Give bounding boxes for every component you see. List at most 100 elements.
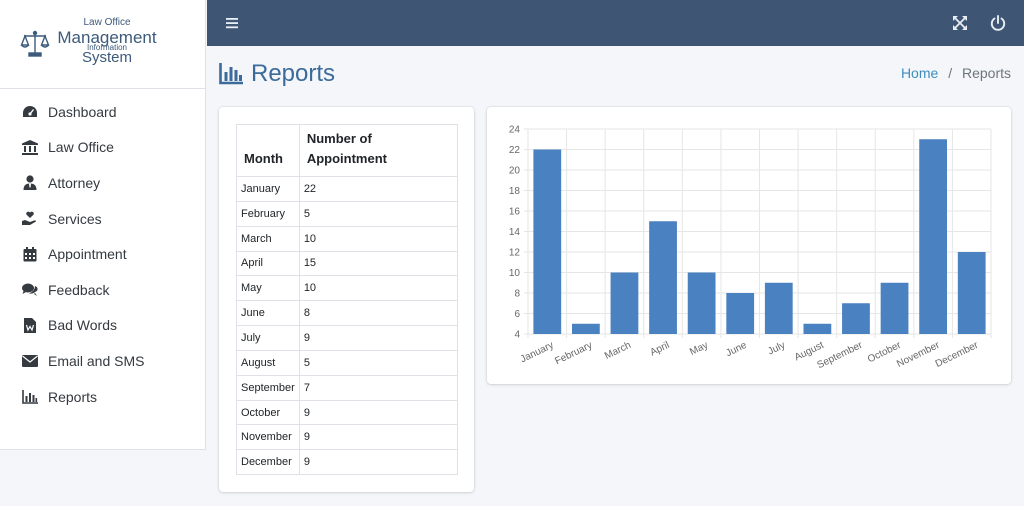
sidebar-item-label: Law Office (48, 139, 114, 156)
table-row: August 5 (236, 349, 459, 376)
y-tick-label: 20 (509, 166, 521, 177)
table-row: February 5 (236, 200, 459, 227)
x-tick-label: July (766, 340, 787, 358)
file-word-icon (22, 317, 38, 333)
cell-month: March (236, 225, 300, 252)
bar (610, 272, 639, 334)
scales-of-justice-icon (20, 30, 50, 57)
y-tick-label: 12 (509, 248, 521, 259)
bar (957, 252, 986, 334)
bar (764, 282, 793, 334)
table-row: May 10 (236, 275, 459, 302)
bar (919, 139, 948, 334)
cell-appointment-count: 5 (298, 200, 459, 227)
appointments-table: Month Number of Appointment January 22 Feb… (236, 124, 459, 476)
cell-appointment-count: 9 (298, 399, 459, 426)
bar (687, 272, 716, 334)
x-tick-label: November (895, 340, 942, 370)
table-row: September 7 (236, 374, 459, 401)
sidebar-nav: Dashboard Law Office Attorney Services A… (0, 94, 206, 414)
cell-month: September (236, 374, 300, 401)
user-tie-icon (22, 175, 38, 191)
cell-appointment-count: 9 (298, 449, 459, 476)
sidebar-item-feedback[interactable]: Feedback (0, 272, 206, 308)
bar (726, 293, 755, 334)
x-tick-label: January (519, 340, 556, 365)
hand-holding-heart-icon (22, 211, 38, 227)
cell-month: June (236, 300, 300, 327)
cell-appointment-count: 8 (298, 300, 459, 327)
fullscreen-expand-icon[interactable] (952, 15, 968, 31)
y-tick-label: 10 (509, 268, 521, 279)
column-header-appointments: Number of Appointment (298, 124, 459, 177)
sidebar-item-label: Reports (48, 388, 98, 405)
cell-appointment-count: 7 (298, 374, 459, 401)
y-tick-label: 16 (509, 207, 521, 218)
table-row: December 9 (236, 449, 459, 476)
sidebar-item-services[interactable]: Services (0, 201, 206, 237)
breadcrumb-home-link[interactable]: Home (901, 65, 938, 81)
appointments-table-card: Month Number of Appointment January 22 Feb… (219, 107, 474, 492)
x-tick-label: April (649, 340, 672, 359)
x-tick-label: February (553, 340, 594, 367)
y-tick-label: 4 (514, 330, 520, 341)
brand[interactable]: Law Office Management Information System (0, 0, 205, 89)
sidebar-item-label: Bad Words (48, 317, 117, 334)
table-row: November 9 (236, 424, 459, 451)
cell-month: July (236, 325, 300, 351)
calendar-icon (22, 246, 38, 262)
sidebar-item-label: Appointment (48, 246, 127, 263)
sidebar-item-bad-words[interactable]: Bad Words (0, 308, 206, 344)
table-row: June 8 (236, 300, 459, 327)
appointments-bar-chart: 4 6 8 10 12 14 16 18 20 22 24 JanuaryFebruary March A… (509, 125, 992, 371)
cell-month: February (236, 200, 300, 227)
bar (880, 282, 909, 334)
x-tick-label: March (603, 340, 633, 362)
sidebar-item-appointment[interactable]: Appointment (0, 236, 206, 272)
page-title: Reports (219, 60, 335, 88)
brand-title: Law Office Management Information System (52, 18, 162, 66)
bar (842, 303, 870, 334)
y-tick-label: 8 (514, 289, 520, 300)
cell-appointment-count: 5 (298, 349, 459, 376)
table-row: October 9 (236, 399, 459, 426)
sidebar-item-reports[interactable]: Reports (0, 379, 206, 415)
sidebar-item-label: Feedback (48, 281, 110, 298)
power-logout-icon[interactable] (989, 14, 1007, 32)
y-tick-label: 14 (509, 227, 521, 238)
cell-appointment-count: 15 (298, 250, 459, 277)
sidebar: Law Office Management Information System… (0, 0, 207, 506)
breadcrumb-separator: / (948, 65, 953, 81)
sidebar-item-label: Email and SMS (48, 352, 145, 369)
page-title-text: Reports (251, 60, 336, 87)
sidebar-item-law-office[interactable]: Law Office (0, 130, 206, 166)
tachometer-icon (22, 104, 38, 120)
table-row: July 9 (236, 325, 459, 351)
cell-month: May (236, 275, 300, 302)
table-header-row: Month Number of Appointment (236, 124, 459, 177)
landmark-icon (22, 139, 38, 155)
sidebar-item-email-sms[interactable]: Email and SMS (0, 343, 206, 379)
bar (571, 323, 600, 334)
sidebar-item-label: Attorney (48, 174, 101, 191)
cell-appointment-count: 9 (298, 325, 459, 351)
hamburger-menu-icon[interactable] (225, 15, 241, 31)
comments-icon (22, 282, 38, 298)
appointments-chart-card: 4 6 8 10 12 14 16 18 20 22 24 January February March A… (487, 107, 1011, 384)
cell-appointment-count: 10 (298, 275, 459, 302)
top-navbar (207, 0, 1024, 46)
cell-month: January (236, 176, 300, 202)
cell-appointment-count: 22 (298, 176, 459, 202)
sidebar-item-label: Dashboard (48, 103, 117, 120)
chart-bar-icon (219, 63, 243, 85)
x-tick-label: June (724, 340, 749, 360)
bar (803, 323, 832, 334)
envelope-icon (22, 353, 38, 369)
y-tick-label: 24 (509, 125, 521, 136)
cell-month: August (236, 349, 300, 376)
sidebar-item-dashboard[interactable]: Dashboard (0, 94, 206, 130)
y-tick-label: 22 (509, 145, 521, 156)
y-tick-label: 18 (509, 186, 521, 197)
sidebar-item-attorney[interactable]: Attorney (0, 165, 206, 201)
bar (533, 149, 562, 334)
